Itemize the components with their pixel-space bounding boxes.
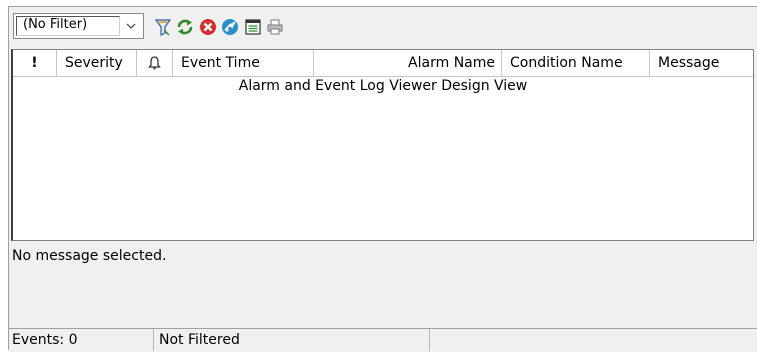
column-header-alarm-name[interactable]: Alarm Name <box>314 50 502 76</box>
design-view-label: Alarm and Event Log Viewer Design View <box>238 78 528 94</box>
column-header-event-time[interactable]: Event Time <box>173 50 314 76</box>
event-grid[interactable]: ! Severity Event Time Alarm Name Conditi… <box>11 49 754 241</box>
message-text: No message selected. <box>12 248 167 264</box>
print-icon[interactable] <box>266 18 284 36</box>
bell-icon <box>148 55 161 71</box>
alarm-event-log-viewer: (No Filter) ! Severity Event Time Alarm … <box>8 6 757 352</box>
filter-value[interactable]: (No Filter) <box>16 16 120 36</box>
connect-icon[interactable] <box>221 18 239 36</box>
filter-dropdown[interactable]: (No Filter) <box>13 13 144 39</box>
column-header-priority[interactable]: ! <box>13 50 57 76</box>
column-header-ack[interactable] <box>137 50 173 76</box>
column-header-message[interactable]: Message <box>650 50 753 76</box>
column-header-severity[interactable]: Severity <box>57 50 137 76</box>
status-bar: Events: 0 Not Filtered <box>9 328 757 352</box>
filter-icon[interactable] <box>154 18 172 36</box>
chevron-down-icon[interactable] <box>121 16 141 36</box>
column-header-condition-name[interactable]: Condition Name <box>502 50 650 76</box>
events-count: Events: 0 <box>9 329 154 351</box>
log-icon[interactable] <box>244 18 262 36</box>
filter-status: Not Filtered <box>154 329 430 351</box>
stop-icon[interactable] <box>199 18 217 36</box>
toolbar: (No Filter) <box>9 7 757 49</box>
grid-header: ! Severity Event Time Alarm Name Conditi… <box>13 50 753 77</box>
message-details-pane: No message selected. <box>9 241 757 327</box>
refresh-icon[interactable] <box>176 18 194 36</box>
